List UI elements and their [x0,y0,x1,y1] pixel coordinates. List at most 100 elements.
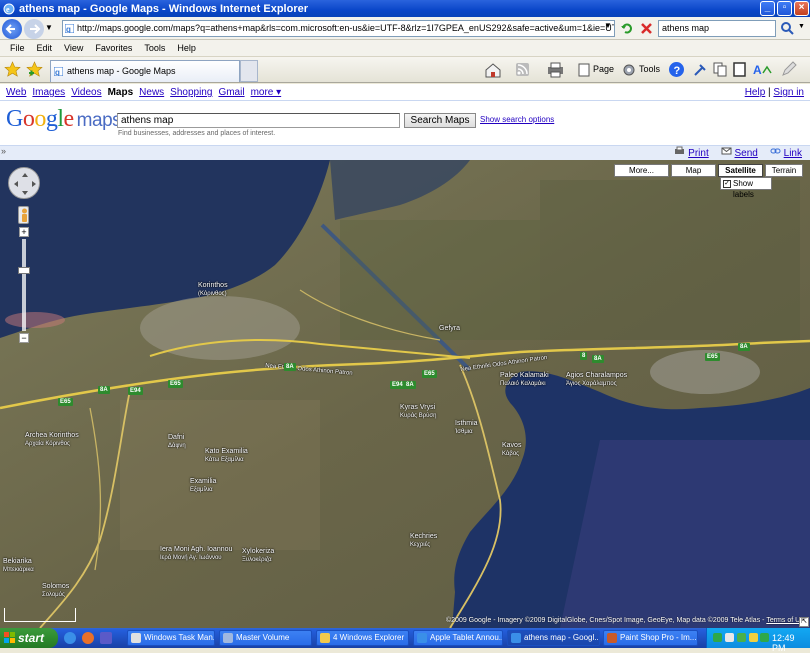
taskbar-button[interactable]: Paint Shop Pro - Im... [603,630,698,646]
history-dropdown[interactable]: ▼ [45,23,53,32]
help-link[interactable]: Help [745,87,766,98]
satellite-map[interactable] [0,160,810,628]
menu-edit[interactable]: Edit [37,43,53,53]
place-label[interactable]: Solomos Σολομός [42,583,69,599]
google-maps-logo[interactable]: Google maps [6,106,122,133]
send-link[interactable]: Send [735,148,758,159]
highway-shield: 8A [98,386,110,394]
nav-videos[interactable]: Videos [71,87,101,98]
tray-volume-icon[interactable] [749,633,758,642]
menu-file[interactable]: File [10,43,25,53]
nav-web[interactable]: Web [6,87,26,98]
research-button[interactable] [692,61,712,78]
sign-in-link[interactable]: Sign in [773,87,804,98]
nav-more[interactable]: more ▾ [251,87,282,98]
tray-security-icon[interactable] [737,633,746,642]
quicklaunch-firefox-icon[interactable] [82,632,94,644]
nav-news[interactable]: News [139,87,164,98]
map-resize-icon[interactable]: ⇱ [799,617,809,627]
zoom-out-button[interactable]: − [19,333,29,343]
show-labels-checkbox[interactable]: ✓ Show labels [720,177,772,199]
favorites-center-button[interactable] [4,61,21,78]
tray-messenger-icon[interactable] [713,633,722,642]
maps-search-input[interactable]: athens map [117,113,400,128]
nav-gmail[interactable]: Gmail [218,87,244,98]
menu-help[interactable]: Help [177,43,196,53]
map-imagery [0,160,810,628]
back-button[interactable] [2,19,22,39]
menu-view[interactable]: View [64,43,83,53]
stop-button[interactable] [638,20,655,37]
zoom-slider-handle[interactable] [18,267,30,274]
map-type-map[interactable]: Map [671,164,716,177]
place-label[interactable]: Paleo Kalamaki Παλαιό Καλαμάκι [500,372,549,388]
refresh-button[interactable] [619,20,636,37]
window-title-bar[interactable]: e athens map - Google Maps - Windows Int… [0,0,810,17]
taskbar-clock[interactable]: 12:49 PM [772,633,810,653]
forward-button[interactable] [24,19,44,39]
taskbar-button-active[interactable]: athens map - Googl... [507,630,600,646]
minimize-button[interactable]: _ [760,1,775,16]
maximize-button[interactable]: ▫ [777,1,792,16]
tray-network-icon[interactable] [725,633,734,642]
add-favorite-button[interactable] [26,61,43,78]
show-search-options-link[interactable]: Show search options [480,115,554,124]
taskbar-button[interactable]: Windows Task Man... [127,630,215,646]
menu-tools[interactable]: Tools [144,43,165,53]
blank-page-button[interactable] [732,61,750,78]
place-label[interactable]: Examilia Εξαμίλια [190,478,216,494]
tab-athens-map[interactable]: g athens map - Google Maps [50,60,240,82]
start-button[interactable]: start [0,628,58,648]
live-search-input[interactable]: athens map [658,20,776,37]
address-dropdown[interactable]: ▼ [604,21,612,30]
collapse-panel-icon[interactable]: » [1,146,6,156]
place-label[interactable]: Gefyra [439,325,460,333]
nav-images[interactable]: Images [32,87,65,98]
zoom-slider-track[interactable] [22,239,26,331]
copy-button[interactable] [712,61,730,78]
home-button[interactable] [484,61,506,78]
place-label[interactable]: Korinthos (Κόρινθος) [198,282,228,298]
place-label[interactable]: Agios Charalampos Άγιος Χαράλαμπος [566,372,627,388]
search-provider-dropdown[interactable]: ▼ [798,23,805,30]
tray-update-icon[interactable] [760,633,769,642]
taskbar-button[interactable]: Apple Tablet Annou... [413,630,503,646]
place-label[interactable]: Isthmia Ίσθμια [455,420,478,436]
place-label[interactable]: Kavos Κάβος [502,442,521,458]
taskbar-button[interactable]: 4 Windows Explorer [316,630,409,646]
link-link[interactable]: Link [784,148,802,159]
place-label[interactable]: Kyras Vrysi Κυράς Βρύση [400,404,436,420]
search-maps-button[interactable]: Search Maps [404,113,476,128]
feeds-button[interactable] [514,61,536,78]
page-menu[interactable]: Page [578,61,618,78]
place-label[interactable]: Dafni Δάφνη [168,434,186,450]
translate-button[interactable]: A [752,61,776,78]
print-button[interactable] [546,61,574,78]
edit-pencil-button[interactable] [780,61,800,78]
map-type-satellite[interactable]: Satellite [718,164,763,177]
print-link[interactable]: Print [688,148,709,159]
zoom-in-button[interactable]: + [19,227,29,237]
taskbar-button[interactable]: Master Volume [219,630,312,646]
place-label[interactable]: Bekiarika Μπεκιάρικα [3,558,34,574]
help-button[interactable]: ? [668,61,692,78]
search-go-button[interactable] [780,20,796,37]
tools-menu[interactable]: Tools [622,61,668,78]
pan-control[interactable] [8,167,40,199]
place-label[interactable]: Iera Moni Agh. Ioannou Ιερά Μονή Αγ. Ιωάν… [160,546,232,562]
quicklaunch-ie-icon[interactable] [64,632,76,644]
close-window-button[interactable]: × [794,1,809,16]
place-label[interactable]: Archea Korinthos Αρχαία Κόρινθος [25,432,79,448]
map-type-more[interactable]: More... [614,164,669,177]
street-view-pegman-icon[interactable] [18,206,29,224]
nav-shopping[interactable]: Shopping [170,87,212,98]
place-label[interactable]: Xylokeriza Ξυλοκέριζα [242,548,274,564]
menu-favorites[interactable]: Favorites [95,43,132,53]
new-tab-button[interactable] [240,60,258,82]
address-bar[interactable]: g http://maps.google.com/maps?q=athens+m… [62,20,615,37]
place-label[interactable]: Kechries Κεχριές [410,533,437,549]
quicklaunch-media-icon[interactable] [100,632,112,644]
map-type-terrain[interactable]: Terrain [765,164,803,177]
place-label[interactable]: Kato Examilia Κάτω Εξαμίλια [205,448,248,464]
nav-divider [0,100,810,101]
